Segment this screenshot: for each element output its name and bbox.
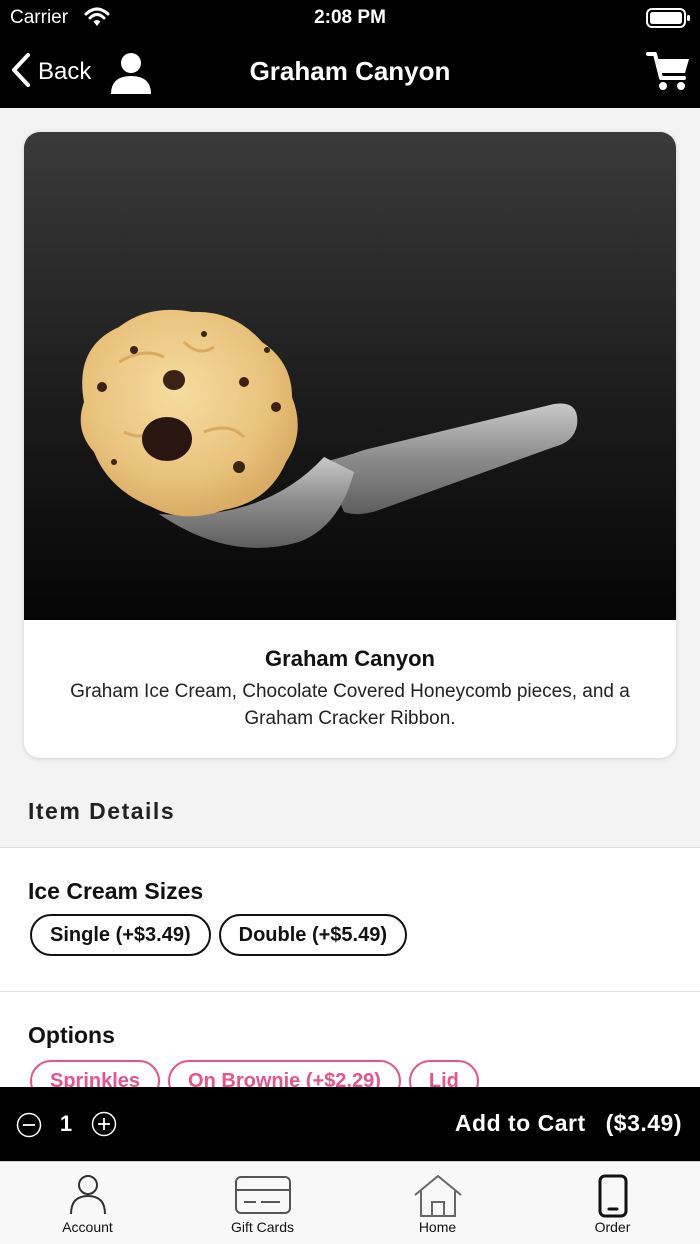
profile-icon[interactable] — [108, 50, 154, 96]
home-icon — [412, 1174, 464, 1223]
tab-home[interactable]: Home — [350, 1162, 525, 1244]
status-time: 2:08 PM — [314, 7, 386, 28]
add-to-cart-bar: 1 Add to Cart ($3.49) — [0, 1087, 700, 1161]
options-title: Options — [28, 1022, 115, 1048]
nav-bar: Back Graham Canyon — [0, 36, 700, 108]
product-card: Graham Canyon Graham Ice Cream, Chocolat… — [24, 132, 676, 758]
tab-label: Gift Cards — [230, 1219, 294, 1235]
tab-label: Home — [418, 1219, 457, 1235]
cart-icon[interactable] — [646, 48, 692, 94]
product-image — [24, 132, 676, 620]
size-chip-single[interactable]: Single (+$3.49) — [30, 914, 211, 956]
tab-label: Account — [62, 1219, 113, 1235]
page-title: Graham Canyon — [249, 56, 451, 86]
tab-account[interactable]: Account — [0, 1162, 175, 1244]
tab-label: Order — [594, 1219, 631, 1235]
option-chip-lid[interactable]: Lid — [408, 1060, 479, 1087]
minus-circle-icon — [16, 1112, 42, 1138]
sizes-section: Ice Cream Sizes Single (+$3.49) Double (… — [0, 847, 700, 991]
quantity-value: 1 — [59, 1111, 73, 1136]
size-chips: Single (+$3.49) Double (+$5.49) — [30, 914, 415, 956]
product-name: Graham Canyon — [265, 646, 435, 671]
back-label: Back — [38, 58, 92, 85]
back-button[interactable]: Back — [10, 50, 91, 94]
gift-card-icon — [234, 1174, 292, 1221]
chevron-left-icon — [10, 52, 32, 93]
item-details-header: Item Details — [28, 798, 176, 824]
tab-gift-cards[interactable]: Gift Cards — [175, 1162, 350, 1244]
battery-icon — [646, 7, 692, 34]
option-chip-on-brownie[interactable]: On Brownie (+$2.29) — [168, 1060, 401, 1087]
tab-bar: Account Gift Cards Home Order — [0, 1161, 700, 1244]
item-content[interactable]: Graham Canyon Graham Ice Cream, Chocolat… — [0, 108, 700, 1087]
option-chip-sprinkles[interactable]: Sprinkles — [30, 1060, 161, 1087]
quantity-minus-button[interactable] — [16, 1112, 42, 1138]
options-section: Options Sprinkles On Brownie (+$2.29) Li… — [0, 991, 700, 1087]
cart-price: ($3.49) — [605, 1110, 682, 1136]
product-description: Graham Ice Cream, Chocolate Covered Hone… — [70, 681, 630, 729]
add-to-cart-button[interactable]: Add to Cart ($3.49) — [455, 1110, 682, 1137]
phone-icon — [598, 1174, 628, 1223]
sizes-title: Ice Cream Sizes — [28, 878, 204, 904]
quantity-plus-button[interactable] — [91, 1111, 117, 1137]
tab-order[interactable]: Order — [525, 1162, 700, 1244]
status-bar: Carrier 2:08 PM — [0, 0, 700, 36]
plus-circle-icon — [91, 1111, 117, 1137]
add-to-cart-label: Add to Cart — [454, 1110, 586, 1136]
option-chips: Sprinkles On Brownie (+$2.29) Lid — [30, 1060, 487, 1087]
person-icon — [68, 1174, 108, 1221]
size-chip-double[interactable]: Double (+$5.49) — [218, 914, 408, 956]
